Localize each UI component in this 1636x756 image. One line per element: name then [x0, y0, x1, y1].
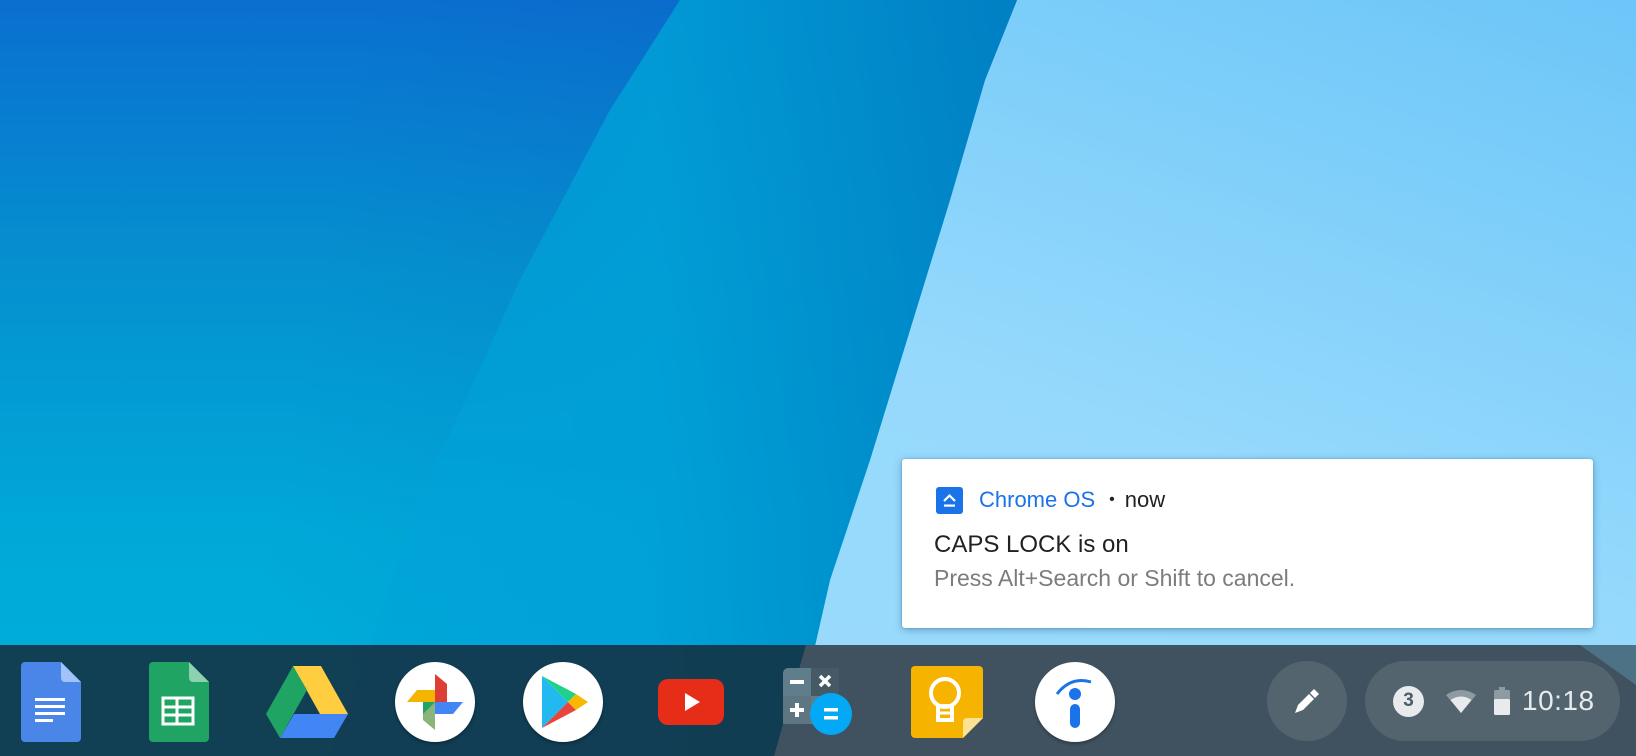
google-photos-icon — [407, 674, 463, 730]
stylus-tools-button[interactable] — [1267, 661, 1347, 741]
google-drive-icon — [266, 666, 348, 738]
google-docs-icon — [21, 662, 81, 742]
shelf-app-google-docs[interactable] — [9, 660, 93, 744]
info-app-icon — [1055, 679, 1092, 728]
calculator-icon — [783, 668, 852, 735]
shelf-app-google-sheets[interactable] — [137, 660, 221, 744]
wifi-icon — [1446, 690, 1476, 713]
notification-count-badge: 3 — [1393, 685, 1424, 717]
shelf-app-google-photos[interactable] — [393, 660, 477, 744]
play-store-icon — [542, 676, 588, 728]
shelf-app-youtube[interactable] — [649, 660, 733, 744]
google-sheets-icon — [149, 662, 209, 742]
battery-icon — [1494, 687, 1510, 715]
shelf-app-play-store[interactable] — [521, 660, 605, 744]
notification-app-name: Chrome OS — [979, 487, 1096, 512]
shelf-app-calculator[interactable] — [777, 660, 861, 744]
notification-title: CAPS LOCK is on — [934, 531, 1129, 558]
clock: 10:18 — [1522, 685, 1595, 716]
youtube-icon — [658, 679, 724, 725]
desktop-wallpaper — [0, 0, 1636, 756]
notification-separator: • — [1109, 491, 1115, 508]
shelf-app-google-drive[interactable] — [265, 660, 349, 744]
notification-time: now — [1124, 487, 1166, 512]
shelf-app-info[interactable] — [1033, 660, 1117, 744]
stylus-pen-icon — [1295, 689, 1319, 713]
caps-lock-icon — [936, 486, 963, 514]
caps-lock-notification[interactable]: Chrome OS • now CAPS LOCK is on Press Al… — [902, 459, 1593, 628]
notification-message: Press Alt+Search or Shift to cancel. — [934, 565, 1296, 591]
status-tray[interactable]: 3 10:18 — [1365, 661, 1620, 741]
notification-header: Chrome OS • now — [936, 485, 1165, 515]
google-keep-icon — [911, 666, 983, 738]
shelf-app-google-keep[interactable] — [905, 660, 989, 744]
